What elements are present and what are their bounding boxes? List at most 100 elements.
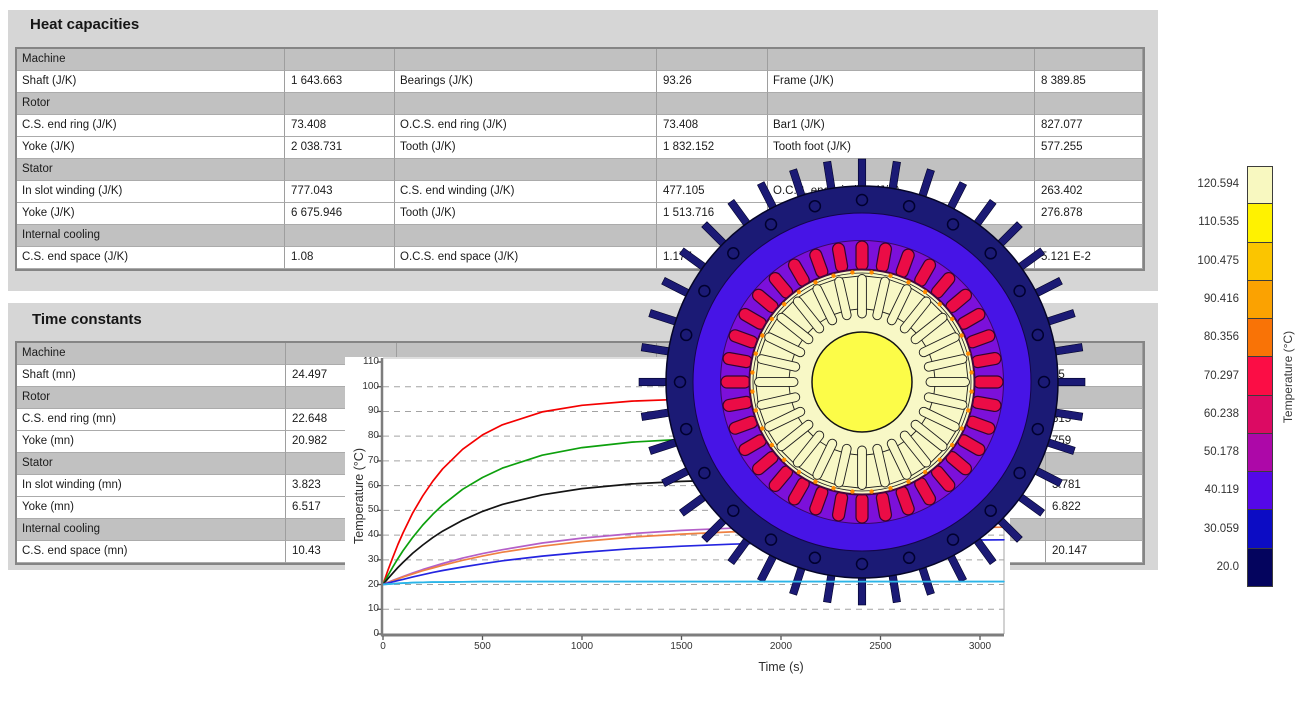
tooth-foot-marker [950,317,954,321]
table-section-row [1035,49,1143,71]
tooth-foot-marker [969,389,973,393]
colorbar-segment [1247,166,1273,204]
bolt-hole [681,424,692,435]
tooth-foot-marker [831,274,835,278]
table-cell-label: Bar1 (J/K) [768,115,1035,137]
table-cell-label: Tooth (J/K) [395,137,657,159]
bolt-hole [1014,286,1025,297]
table-section-row: Machine [17,343,286,365]
rotor-bar [755,378,799,387]
stator-slot [974,376,1004,388]
tooth-foot-marker [906,479,910,483]
table-cell-value: 6 675.946 [285,203,395,225]
bolt-hole [809,552,820,563]
colorbar-label: 110.535 [1150,216,1239,228]
table-section-row: Rotor [17,387,286,409]
table-cell-label: In slot winding (J/K) [17,181,285,203]
tooth-foot-marker [754,351,758,355]
colorbar-label: 100.475 [1150,255,1239,267]
colorbar-segment [1247,510,1273,548]
x-tick-label: 0 [353,641,413,652]
colorbar-segment [1247,396,1273,434]
table-section-row [285,159,395,181]
table-section-row [657,93,768,115]
table-section-row [768,93,1035,115]
tooth-foot-marker [850,489,854,493]
rotor-bar [858,446,867,490]
time-constants-title: Time constants [32,311,142,328]
tooth-foot-marker [923,290,927,294]
colorbar-label: 30.059 [1150,523,1239,535]
x-tick-label: 1500 [652,641,712,652]
colorbar-label: 50.178 [1150,446,1239,458]
table-cell-value: 827.077 [1035,115,1143,137]
table-cell-value: 73.408 [657,115,768,137]
stator-slot [856,494,868,524]
tooth-foot-marker [938,302,942,306]
bolt-hole [681,329,692,340]
tooth-foot-marker [923,470,927,474]
table-section-row [285,225,395,247]
rotor-bar [858,275,867,319]
table-cell-value: 8 389.85 [1035,71,1143,93]
table-cell-label: C.S. end space (mn) [17,541,286,563]
tooth-foot-marker [888,486,892,490]
shaft [812,332,912,432]
tooth-foot-marker [831,486,835,490]
table-section-row: Machine [17,49,285,71]
thermal-results-page: Heat capacities MachineShaft (J/K)1 643.… [0,0,1303,701]
bolt-hole [766,534,777,545]
stator-slot [856,241,868,271]
tooth-foot-marker [770,317,774,321]
x-tick-label: 2500 [851,641,911,652]
bolt-hole [857,559,868,570]
tooth-foot-marker [906,280,910,284]
table-cell-label: Yoke (J/K) [17,203,285,225]
temperature-colorbar [1247,166,1273,587]
tooth-foot-marker [869,270,873,274]
table-cell-value: 1 643.663 [285,71,395,93]
tooth-foot-marker [959,333,963,337]
table-cell-label: O.C.S. end ring (J/K) [395,115,657,137]
tooth-foot-marker [950,443,954,447]
tooth-foot-marker [782,302,786,306]
table-cell-label: Yoke (mn) [17,431,286,453]
y-tick-label: 10 [346,603,379,614]
table-section-row [768,49,1035,71]
colorbar-label: 70.297 [1150,370,1239,382]
table-cell-label: In slot winding (mn) [17,475,286,497]
table-section-row: Rotor [17,93,285,115]
table-section-row [395,225,657,247]
table-cell-label: Bearings (J/K) [395,71,657,93]
tooth-foot-marker [754,408,758,412]
y-tick-label: 0 [346,628,379,639]
tooth-foot-marker [813,280,817,284]
table-cell-label: Yoke (mn) [17,497,286,519]
colorbar-segment [1247,472,1273,510]
tooth-foot-marker [959,426,963,430]
table-cell-value: 93.26 [657,71,768,93]
table-cell-label: Shaft (J/K) [17,71,285,93]
x-tick-label: 1000 [552,641,612,652]
tooth-foot-marker [966,408,970,412]
temperature-colorbar-title: Temperature (°C) [1281,277,1297,477]
bolt-hole [699,468,710,479]
table-cell-value: 577.255 [1035,137,1143,159]
tooth-foot-marker [760,426,764,430]
x-tick-label: 3000 [950,641,1010,652]
tooth-foot-marker [938,458,942,462]
table-section-row: Internal cooling [17,225,285,247]
table-cell-label: C.S. end winding (J/K) [395,181,657,203]
table-cell-label: C.S. end ring (J/K) [17,115,285,137]
colorbar-segment [1247,281,1273,319]
table-cell-label: Tooth (J/K) [395,203,657,225]
bolt-hole [857,195,868,206]
bolt-hole [1032,424,1043,435]
bolt-hole [699,286,710,297]
x-tick-label: 500 [453,641,513,652]
table-section-row [395,93,657,115]
tooth-foot-marker [888,274,892,278]
table-section-row [1035,93,1143,115]
bolt-hole [728,505,739,516]
table-cell-label: C.S. end ring (mn) [17,409,286,431]
